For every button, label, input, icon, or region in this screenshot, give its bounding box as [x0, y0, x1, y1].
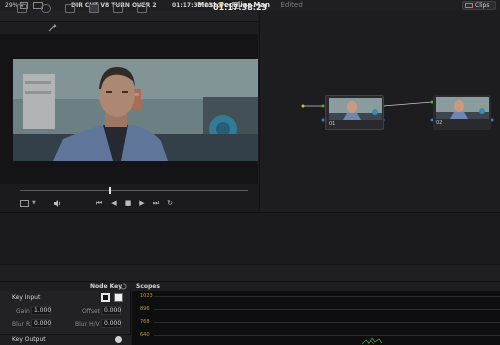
chevron-down-icon[interactable]: ▼: [205, 3, 209, 9]
clips-icon: [465, 3, 473, 8]
scope-tick-label: 1023: [140, 293, 153, 299]
loop-icon[interactable]: ↻: [166, 199, 174, 207]
scope-gridline: [154, 335, 500, 336]
stop-icon[interactable]: ■: [124, 199, 132, 207]
playhead[interactable]: [109, 187, 111, 194]
reset-icon[interactable]: [120, 283, 127, 290]
blur-r-field[interactable]: 0.000: [31, 319, 51, 328]
camera-raw-icon[interactable]: [17, 4, 27, 13]
blur-hv-label: Blur H/V: [75, 321, 100, 328]
viewer-toolbar: [0, 22, 258, 34]
node-02[interactable]: 02: [433, 95, 491, 130]
scope-trace: [361, 337, 383, 345]
reverse-play-icon[interactable]: ◀: [110, 199, 118, 207]
go-to-first-frame-icon[interactable]: ⏮: [95, 199, 103, 207]
scope-tick-label: 768: [140, 319, 150, 325]
scope-gridline: [154, 309, 500, 310]
scrubber-track[interactable]: [20, 190, 248, 191]
node-01[interactable]: 01: [325, 95, 384, 130]
palette-bar: [0, 264, 500, 282]
key-icon[interactable]: [89, 4, 99, 13]
offset-field[interactable]: 0.000: [101, 306, 121, 315]
gain-field[interactable]: 1.000: [31, 306, 51, 315]
chevron-down-icon[interactable]: ▼: [32, 200, 36, 206]
scope-gridline: [154, 322, 500, 323]
gain-label: Gain: [16, 308, 30, 315]
scopes-header: [132, 282, 500, 291]
key-output-label: Key Output: [12, 336, 46, 343]
scopes-title: Scopes: [136, 283, 160, 290]
play-icon[interactable]: ▶: [138, 199, 146, 207]
clips-button[interactable]: Clips: [462, 1, 496, 10]
key-input-black-dot: [103, 295, 108, 300]
magic-wand-icon[interactable]: [48, 23, 57, 32]
viewer-header: [0, 11, 258, 22]
node-key-title: Node Key: [90, 283, 123, 290]
node-label: 01: [329, 121, 336, 127]
project-status: Edited: [280, 1, 303, 9]
node-thumbnail: [436, 97, 489, 119]
key-input-label: Key Input: [12, 294, 41, 301]
audio-volume-icon[interactable]: [53, 199, 62, 208]
blur-hv-field[interactable]: 0.000: [101, 319, 121, 328]
scope-tick-label: 896: [140, 306, 150, 312]
scope-gridline: [154, 296, 500, 297]
node-label: 02: [436, 120, 443, 126]
blur-r-label: Blur R.: [12, 321, 32, 328]
key-output-toggle[interactable]: [115, 336, 122, 343]
node-thumbnail: [329, 98, 382, 120]
timeline-area: [0, 212, 500, 264]
keyframes-icon[interactable]: [137, 4, 147, 13]
offset-label: Offset: [82, 308, 101, 315]
sizing-icon[interactable]: [113, 4, 123, 13]
color-match-icon[interactable]: [41, 4, 51, 13]
scope-tick-label: 640: [140, 332, 150, 338]
video-frame: [13, 59, 258, 161]
key-input-invert-swatch[interactable]: [114, 293, 123, 302]
view-mode-icon[interactable]: [20, 200, 29, 207]
clips-label: Clips: [475, 2, 490, 9]
color-wheels-icon[interactable]: [65, 4, 75, 13]
go-to-last-frame-icon[interactable]: ⏭: [152, 199, 160, 207]
